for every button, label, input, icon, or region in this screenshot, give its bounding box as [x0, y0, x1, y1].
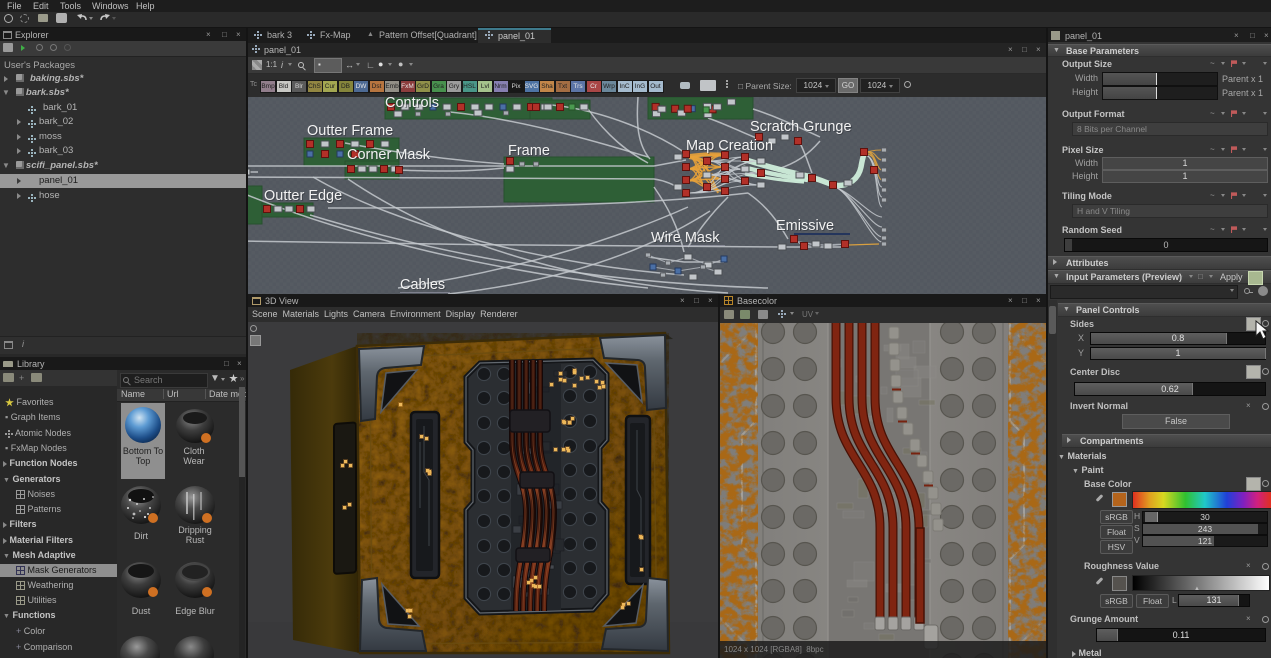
svg-text:Frame: Frame [508, 143, 550, 159]
svg-text:Outter Edge: Outter Edge [264, 188, 342, 204]
svg-text:Outter Frame: Outter Frame [307, 123, 393, 139]
svg-text:Map Creation: Map Creation [686, 138, 773, 154]
svg-text:Scratch Grunge: Scratch Grunge [750, 119, 852, 135]
svg-text:Wire Mask: Wire Mask [651, 230, 720, 246]
svg-text:Cables: Cables [400, 277, 445, 293]
svg-text:Controls: Controls [385, 97, 439, 111]
svg-text:Emissive: Emissive [776, 218, 834, 234]
svg-text:Corner Mask: Corner Mask [347, 147, 431, 163]
